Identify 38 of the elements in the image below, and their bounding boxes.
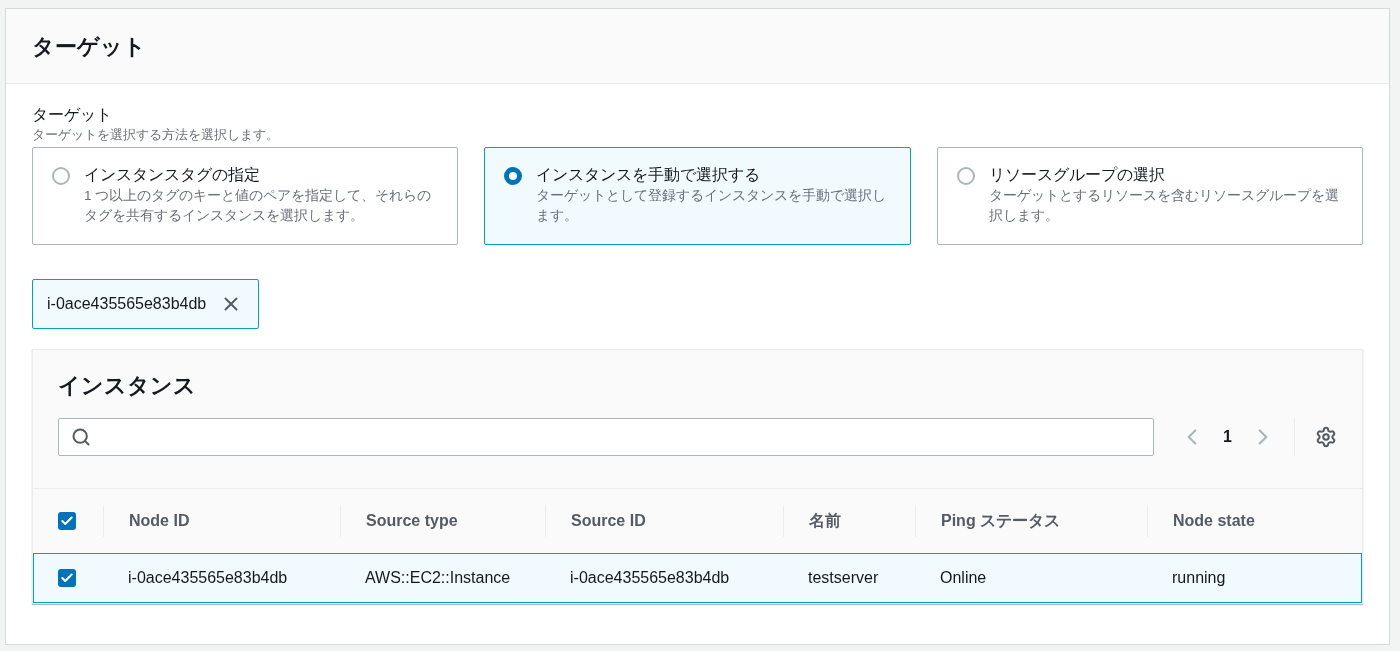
option-title: インスタンスタグの指定 [84,165,261,185]
table-cell: AWS::EC2::Instance [365,569,511,586]
column-header[interactable]: Ping ステータス [941,509,1061,533]
radio-icon [504,167,523,185]
field-label: ターゲット [32,105,113,125]
radio-card[interactable]: インスタンスタグの指定 1 つ以上のタグのキーと値のペアを指定して、それらのタグを共有するインスタンスを選択します。 [32,147,459,245]
radio-icon [956,167,975,185]
column-header[interactable]: Node ID [129,509,190,533]
radio-card[interactable]: インスタンスを手動で選択する ターゲットとして登録するインスタンスを手動で選択します。 [484,147,911,245]
page-number[interactable]: 1 [1223,425,1232,449]
check-icon [60,514,74,528]
table-cell: Online [940,569,987,586]
table-cell: i-0ace435565e83b4db [128,569,288,586]
table-cell: i-0ace435565e83b4db [570,569,730,586]
option-description: ターゲットとするリソースを含むリソースグループを選択します。 [988,187,1340,225]
table-cell: testserver [808,569,879,586]
table-cell: running [1172,569,1226,586]
radio-icon [52,167,70,185]
check-icon [60,571,74,585]
column-header[interactable]: Node state [1173,509,1255,533]
token-label: i-0ace435565e83b4db [47,294,207,314]
option-title: リソースグループの選択 [988,165,1166,185]
settings-icon[interactable] [1315,426,1337,448]
table-row[interactable]: i-0ace435565e83b4db AWS::EC2::Instance i-0ace435565e83b4db testserver Online running [33,553,1362,603]
search-field[interactable] [58,418,1155,456]
option-title: インスタンスを手動で選択する [536,165,762,185]
column-header[interactable]: Source ID [571,509,646,533]
radio-card[interactable]: リソースグループの選択 ターゲットとするリソースを含むリソースグループを選択します。 [936,147,1363,245]
search-icon [71,427,91,447]
panel-title: ターゲット [32,32,146,61]
checkbox[interactable] [58,569,76,587]
checkbox[interactable] [58,512,76,530]
column-header[interactable]: 名前 [809,509,841,533]
option-description: 1 つ以上のタグのキーと値のペアを指定して、それらのタグを共有するインスタンスを選択します。 [84,187,433,225]
column-header[interactable]: Source type [366,509,458,533]
option-description: ターゲットとして登録するインスタンスを手動で選択します。 [536,187,888,225]
field-description: ターゲットを選択する方法を選択します。 [32,126,280,144]
table-title: インスタンス [58,372,197,400]
